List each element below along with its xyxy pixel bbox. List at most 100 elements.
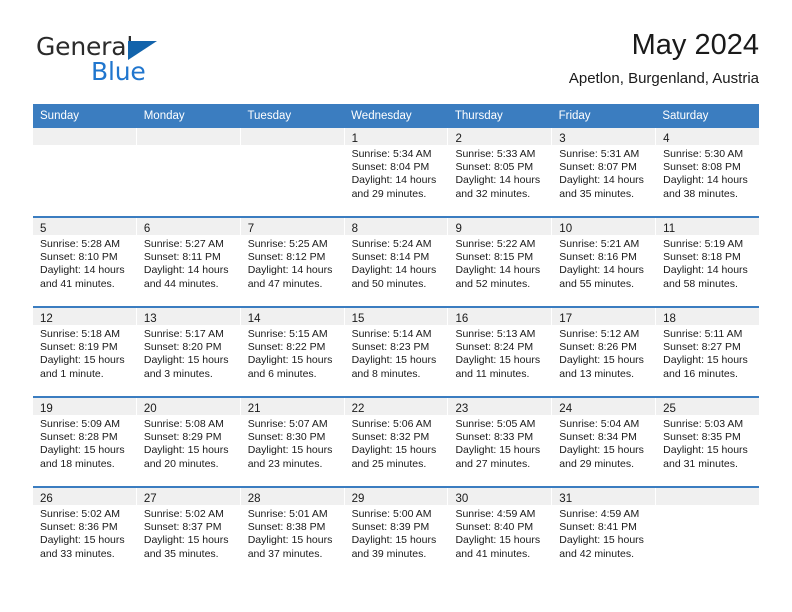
daylight-text-line2: and 25 minutes. [351,457,427,470]
day-number: 18 [663,313,676,325]
daylight-text-line2: and 32 minutes. [455,187,531,200]
daylight-text-line1: Daylight: 14 hours [455,264,541,277]
day-number: 22 [351,403,365,415]
sunrise-text: Sunrise: 5:18 AM [40,328,120,340]
sunset-text: Sunset: 8:04 PM [351,161,430,174]
sunrise-text: Sunrise: 5:13 AM [455,328,536,340]
day-cell[interactable]: 18 Sunrise: 5:11 AM Sunset: 8:27 PM Dayligh… [656,308,760,396]
day-cell[interactable]: 15 Sunrise: 5:14 AM Sunset: 8:23 PM Dayligh… [344,308,449,396]
page-header: General Blue May 2024 Apetlon, Burgenlan… [33,28,759,98]
day-number-band: 27 [136,488,240,505]
general-blue-logo: General Blue [33,32,233,88]
daylight-text-line2: and 41 minutes. [455,547,531,560]
weekday-header-wednesday: Wednesday [351,110,412,122]
day-cell[interactable]: 13 Sunrise: 5:17 AM Sunset: 8:20 PM Dayligh… [136,308,241,396]
day-cell[interactable]: 3 Sunrise: 5:31 AM Sunset: 8:07 PM Daylight… [552,128,657,216]
sunset-text: Sunset: 8:16 PM [559,251,637,264]
day-details: Sunrise: 5:33 AM Sunset: 8:05 PM Daylight:… [448,145,551,201]
sunset-text: Sunset: 8:20 PM [143,341,222,354]
sunrise-text: Sunrise: 5:00 AM [351,508,432,520]
day-number: 10 [559,223,573,235]
daylight-text-line1: Daylight: 14 hours [559,174,644,187]
day-number-band [33,128,136,145]
daylight-text-line1: Daylight: 15 hours [247,354,333,367]
day-number-band: 26 [33,488,136,505]
daylight-text-line2: and 44 minutes. [143,277,219,290]
week-row: 1 Sunrise: 5:34 AM Sunset: 8:04 PM Daylight… [33,128,760,216]
day-cell[interactable]: 30 Sunrise: 4:59 AM Sunset: 8:40 PM Dayligh… [448,488,553,576]
day-cell[interactable]: 20 Sunrise: 5:08 AM Sunset: 8:29 PM Dayligh… [136,398,241,486]
sunset-text: Sunset: 8:29 PM [143,431,222,444]
page-subtitle: Apetlon, Burgenland, Austria [568,70,759,87]
day-details: Sunrise: 5:14 AM Sunset: 8:23 PM Daylight:… [345,325,448,381]
day-cell[interactable]: 21 Sunrise: 5:07 AM Sunset: 8:30 PM Dayligh… [240,398,345,486]
sunset-text: Sunset: 8:11 PM [143,251,221,264]
day-cell[interactable]: 23 Sunrise: 5:05 AM Sunset: 8:33 PM Dayligh… [448,398,553,486]
sunrise-text: Sunrise: 5:02 AM [40,508,120,520]
sunset-text: Sunset: 8:39 PM [351,521,430,534]
daylight-text-line2: and 38 minutes. [663,187,738,200]
day-cell[interactable]: 1 Sunrise: 5:34 AM Sunset: 8:04 PM Daylight… [344,128,449,216]
sunrise-text: Sunrise: 5:19 AM [663,238,744,250]
sunrise-text: Sunrise: 4:59 AM [559,508,640,520]
day-cell[interactable]: 2 Sunrise: 5:33 AM Sunset: 8:05 PM Daylight… [448,128,553,216]
sunrise-text: Sunrise: 5:04 AM [559,418,640,430]
day-number: 27 [143,493,157,505]
day-cell[interactable]: 11 Sunrise: 5:19 AM Sunset: 8:18 PM Dayligh… [656,218,760,306]
day-number: 26 [40,493,53,505]
day-cell[interactable]: 27 Sunrise: 5:02 AM Sunset: 8:37 PM Dayligh… [136,488,241,576]
calendar-page: General Blue May 2024 Apetlon, Burgenlan… [0,0,792,612]
sunrise-text: Sunrise: 5:08 AM [143,418,224,430]
day-number-band: 10 [552,218,656,235]
day-number: 21 [247,403,261,415]
title-block: May 2024 Apetlon, Burgenland, Austria [569,28,759,88]
daylight-text-line2: and 1 minute. [40,367,104,380]
daylight-text-line2: and 58 minutes. [663,277,738,290]
sunset-text: Sunset: 8:10 PM [40,251,118,264]
day-cell[interactable]: 10 Sunrise: 5:21 AM Sunset: 8:16 PM Dayligh… [552,218,657,306]
day-cell[interactable]: 7 Sunrise: 5:25 AM Sunset: 8:12 PM Daylight… [240,218,345,306]
day-number-band: 18 [656,308,760,325]
day-cell[interactable]: 4 Sunrise: 5:30 AM Sunset: 8:08 PM Daylight… [656,128,760,216]
day-cell-empty [656,488,760,576]
daylight-text-line2: and 29 minutes. [559,457,635,470]
day-number: 12 [40,313,53,325]
sunrise-text: Sunrise: 5:12 AM [559,328,640,340]
weekday-header-tuesday: Tuesday [247,110,292,122]
day-cell[interactable]: 5 Sunrise: 5:28 AM Sunset: 8:10 PM Daylight… [33,218,137,306]
daylight-text-line1: Daylight: 15 hours [143,444,229,457]
day-details: Sunrise: 5:34 AM Sunset: 8:04 PM Daylight:… [345,145,448,201]
day-cell[interactable]: 14 Sunrise: 5:15 AM Sunset: 8:22 PM Dayligh… [240,308,345,396]
day-cell[interactable]: 25 Sunrise: 5:03 AM Sunset: 8:35 PM Dayligh… [656,398,760,486]
day-cell[interactable]: 24 Sunrise: 5:04 AM Sunset: 8:34 PM Dayligh… [552,398,657,486]
day-number-band: 21 [240,398,344,415]
day-number-band: 11 [656,218,760,235]
day-cell[interactable]: 19 Sunrise: 5:09 AM Sunset: 8:28 PM Dayligh… [33,398,137,486]
daylight-text-line2: and 50 minutes. [351,277,427,290]
day-details: Sunrise: 5:18 AM Sunset: 8:19 PM Daylight:… [33,325,136,381]
daylight-text-line2: and 20 minutes. [143,457,219,470]
day-number: 6 [143,223,151,235]
day-cell[interactable]: 31 Sunrise: 4:59 AM Sunset: 8:41 PM Dayligh… [552,488,657,576]
daylight-text-line1: Daylight: 15 hours [455,444,541,457]
day-number-band: 14 [240,308,344,325]
day-number: 31 [559,493,573,505]
sunset-text: Sunset: 8:41 PM [559,521,637,534]
day-cell[interactable]: 26 Sunrise: 5:02 AM Sunset: 8:36 PM Dayligh… [33,488,137,576]
day-cell[interactable]: 29 Sunrise: 5:00 AM Sunset: 8:39 PM Dayligh… [344,488,449,576]
day-cell[interactable]: 17 Sunrise: 5:12 AM Sunset: 8:26 PM Dayligh… [552,308,657,396]
sunrise-text: Sunrise: 5:06 AM [351,418,432,430]
daylight-text-line1: Daylight: 14 hours [455,174,541,187]
day-cell[interactable]: 9 Sunrise: 5:22 AM Sunset: 8:15 PM Daylight… [448,218,553,306]
day-cell[interactable]: 6 Sunrise: 5:27 AM Sunset: 8:11 PM Daylight… [136,218,241,306]
daylight-text-line2: and 39 minutes. [351,547,427,560]
day-details: Sunrise: 5:17 AM Sunset: 8:20 PM Daylight:… [137,325,240,381]
sunset-text: Sunset: 8:24 PM [455,341,534,354]
day-details: Sunrise: 5:31 AM Sunset: 8:07 PM Daylight:… [552,145,655,201]
day-cell[interactable]: 8 Sunrise: 5:24 AM Sunset: 8:14 PM Daylight… [344,218,449,306]
day-number-band: 2 [448,128,552,145]
day-cell[interactable]: 12 Sunrise: 5:18 AM Sunset: 8:19 PM Dayligh… [33,308,137,396]
day-cell[interactable]: 16 Sunrise: 5:13 AM Sunset: 8:24 PM Dayligh… [448,308,553,396]
day-cell[interactable]: 28 Sunrise: 5:01 AM Sunset: 8:38 PM Dayligh… [240,488,345,576]
day-cell[interactable]: 22 Sunrise: 5:06 AM Sunset: 8:32 PM Dayligh… [344,398,449,486]
